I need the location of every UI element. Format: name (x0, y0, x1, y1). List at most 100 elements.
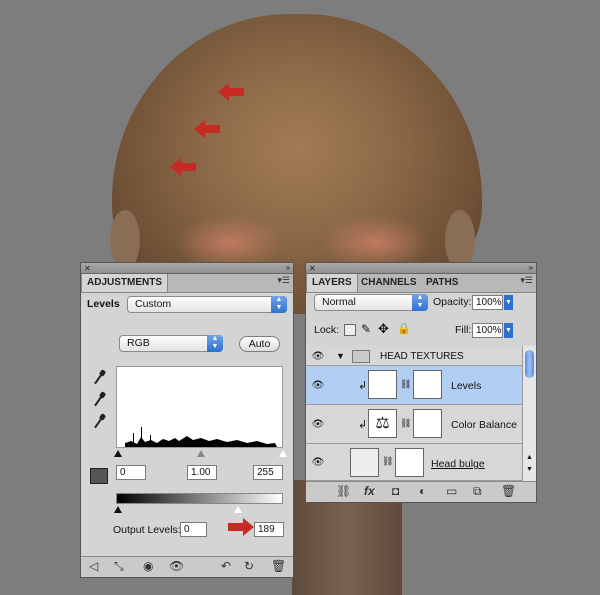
layers-scrollbar[interactable]: ▲ ▼ (522, 346, 536, 481)
scroll-down-icon[interactable]: ▼ (526, 466, 533, 473)
output-gradient-bar (116, 493, 283, 504)
input-gamma-slider[interactable] (197, 450, 205, 457)
lock-label: Lock: (314, 324, 340, 336)
add-mask-icon[interactable]: ◘ (392, 484, 399, 498)
scrollbar-thumb[interactable] (525, 350, 534, 378)
chevron-updown-icon: ▲ ▼ (412, 294, 428, 311)
folder-icon (352, 350, 370, 363)
close-icon[interactable]: ✕ (309, 264, 316, 273)
panel-menu-icon[interactable]: ▾☰ (520, 275, 533, 286)
link-chain-icon[interactable]: ⛓ (400, 418, 411, 429)
adjustments-tabbar: ADJUSTMENTS ▾☰ (81, 274, 293, 293)
layers-panel: ✕ » LAYERS CHANNELS PATHS ▾☰ Normal ▲ ▼ O… (305, 262, 537, 503)
link-layers-icon[interactable]: ⛓ (336, 484, 351, 498)
layer-name: Color Balance (451, 419, 517, 431)
fill-field[interactable]: 100% (472, 323, 503, 338)
input-black-field[interactable]: 0 (116, 465, 146, 480)
visibility-eye-icon[interactable]: 👁 (311, 458, 325, 468)
clipping-warning-icon[interactable] (90, 468, 108, 484)
layer-name: Levels (451, 380, 482, 392)
layer-levels[interactable]: 👁 ↲ ⛓ Levels (306, 366, 522, 405)
channel-value: RGB (127, 337, 150, 349)
levels-histogram (116, 366, 283, 448)
visibility-eye-icon[interactable]: 👁 (311, 381, 325, 391)
channel-select[interactable]: RGB ▲ ▼ (119, 335, 223, 352)
input-gamma-field[interactable]: 1.00 (187, 465, 217, 480)
close-icon[interactable]: ✕ (84, 264, 91, 273)
layer-mask-thumbnail[interactable] (413, 409, 442, 438)
preset-value: Custom (135, 298, 172, 310)
layer-name: HEAD TEXTURES (380, 351, 464, 362)
fill-label: Fill: (455, 324, 472, 336)
output-black-field[interactable]: 0 (180, 522, 207, 537)
chevron-updown-icon: ▲ ▼ (207, 335, 223, 352)
tab-channels[interactable]: CHANNELS (356, 274, 422, 292)
annotation-arrow-3 (170, 158, 196, 176)
new-layer-icon[interactable]: ⧉ (473, 484, 482, 498)
lock-transparency-icon[interactable] (344, 324, 356, 336)
lock-all-icon[interactable]: 🔒 (397, 322, 411, 335)
collapse-icon[interactable]: » (286, 263, 290, 272)
visibility-eye-icon[interactable]: 👁 (311, 352, 325, 362)
opacity-field[interactable]: 100% (472, 295, 503, 310)
adjustments-titlebar[interactable]: ✕ » (81, 263, 293, 274)
layer-mask-thumbnail[interactable] (395, 448, 424, 477)
new-group-folder-icon[interactable]: ▭ (446, 484, 457, 498)
layers-toolbar: ⛓ fx ◘ ◐ ▭ ⧉ 🗑 (306, 481, 536, 502)
layer-group-head-textures[interactable]: 👁 ▼ HEAD TEXTURES (306, 346, 522, 366)
adjustments-toolbar: ◁ ⤡ ◉ 👁 ↶ ↻ 🗑 (81, 556, 293, 577)
auto-button[interactable]: Auto (239, 336, 280, 352)
clip-to-layer-icon[interactable]: ◉ (143, 559, 153, 573)
clipping-arrow-icon: ↲ (358, 419, 368, 431)
input-white-slider[interactable] (279, 450, 287, 457)
preset-select[interactable]: Custom ▲ ▼ (127, 296, 287, 313)
input-white-field[interactable]: 255 (253, 465, 283, 480)
back-arrow-icon[interactable]: ◁ (89, 559, 98, 573)
tab-paths[interactable]: PATHS (421, 274, 463, 292)
link-chain-icon[interactable]: ⛓ (382, 456, 393, 467)
output-white-field[interactable]: 189 (254, 522, 284, 537)
levels-adjustment-icon (368, 370, 397, 399)
chevron-updown-icon: ▲ ▼ (271, 296, 287, 313)
layer-thumbnail (350, 448, 379, 477)
lock-position-icon[interactable]: ✥ (378, 321, 389, 337)
view-previous-icon[interactable]: ↶ (221, 559, 231, 573)
visibility-eye-icon[interactable]: 👁 (169, 559, 184, 573)
annotation-arrow-output (228, 518, 254, 536)
reset-icon[interactable]: ↻ (244, 559, 254, 573)
layer-mask-thumbnail[interactable] (413, 370, 442, 399)
scroll-up-icon[interactable]: ▲ (526, 454, 533, 461)
trash-icon[interactable]: 🗑 (271, 559, 286, 573)
tab-adjustments[interactable]: ADJUSTMENTS (81, 274, 169, 292)
layers-titlebar[interactable]: ✕ » (306, 263, 536, 274)
new-adjustment-layer-icon[interactable]: ◐ (419, 484, 426, 498)
histogram-graph (125, 427, 277, 447)
output-black-slider[interactable] (114, 506, 122, 513)
black-eyedropper-icon[interactable] (93, 369, 107, 389)
layers-tabbar: LAYERS CHANNELS PATHS ▾☰ (306, 274, 536, 293)
output-white-slider[interactable] (234, 506, 242, 513)
visibility-eye-icon[interactable]: 👁 (311, 420, 325, 430)
layer-color-balance[interactable]: 👁 ↲ ⚖ ⛓ Color Balance (306, 405, 522, 444)
tab-layers[interactable]: LAYERS (306, 274, 358, 292)
fill-dropdown-icon[interactable]: ▼ (504, 323, 513, 338)
color-balance-scale-icon: ⚖ (368, 409, 397, 438)
layer-head-bulge[interactable]: 👁 ⛓ Head bulge (306, 444, 522, 481)
collapse-icon[interactable]: » (529, 263, 533, 272)
expand-view-icon[interactable]: ⤡ (114, 559, 124, 573)
opacity-dropdown-icon[interactable]: ▼ (504, 295, 513, 310)
layer-style-fx-icon[interactable]: fx (364, 484, 375, 498)
gray-eyedropper-icon[interactable] (93, 391, 107, 411)
link-chain-icon[interactable]: ⛓ (400, 379, 411, 390)
clipping-arrow-icon: ↲ (358, 380, 368, 392)
lock-pixels-brush-icon[interactable]: ✎ (361, 322, 371, 336)
white-eyedropper-icon[interactable] (93, 413, 107, 433)
input-black-slider[interactable] (114, 450, 122, 457)
trash-icon[interactable]: 🗑 (501, 484, 516, 498)
group-expand-triangle-icon[interactable]: ▼ (336, 351, 345, 361)
annotation-arrow-2 (194, 120, 220, 138)
layer-name: Head bulge (431, 458, 485, 470)
blend-mode-select[interactable]: Normal ▲ ▼ (314, 294, 428, 311)
panel-menu-icon[interactable]: ▾☰ (277, 275, 290, 286)
output-levels-label: Output Levels: (113, 524, 181, 536)
